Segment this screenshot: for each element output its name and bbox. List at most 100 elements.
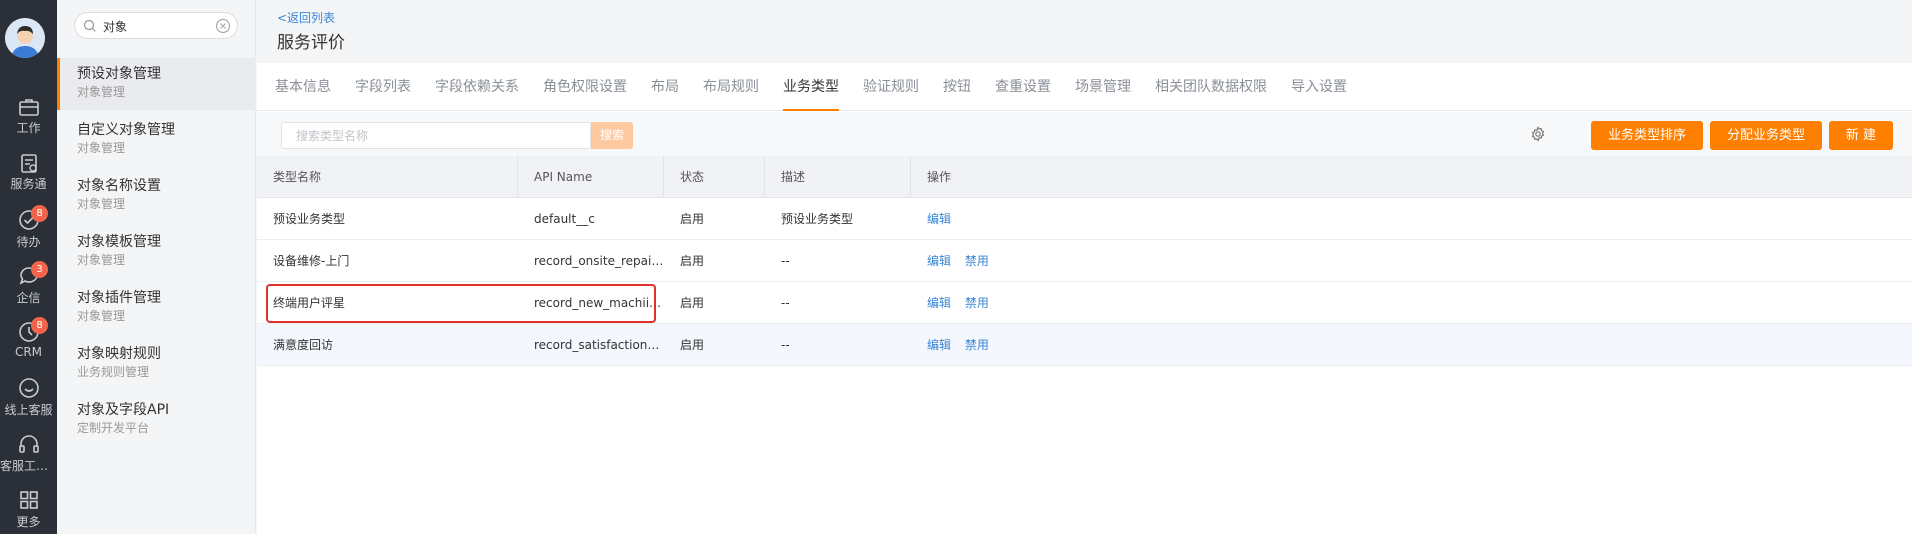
sidebar-item-title: 自定义对象管理 (77, 122, 175, 138)
nav-label: 待办 (16, 235, 41, 249)
disable-link[interactable]: 禁用 (965, 254, 989, 268)
nav-item-online-service[interactable]: 线上客服 (0, 377, 57, 429)
sidebar-item-title: 对象插件管理 (77, 290, 161, 306)
tab-role-permissions[interactable]: 角色权限设置 (543, 63, 627, 111)
settings-sidebar: 对象 预设对象管理 对象管理 自定义对象管理 对象管理 对象名称设置 对象管理 … (57, 0, 256, 534)
sidebar-item-title: 对象映射规则 (77, 346, 161, 362)
tab-bar: 基本信息 字段列表 字段依赖关系 角色权限设置 布局 布局规则 业务类型 验证规… (257, 63, 1912, 111)
avatar-icon (5, 18, 45, 58)
column-header-api-name[interactable]: API Name (518, 156, 664, 198)
edit-link[interactable]: 编辑 (927, 338, 951, 352)
nav-item-service-desk[interactable]: 客服工作台 (0, 433, 57, 485)
disable-link[interactable]: 禁用 (965, 296, 989, 310)
column-header-type-name[interactable]: 类型名称 (257, 156, 518, 198)
nav-item-todo[interactable]: 8 待办 (0, 205, 57, 261)
cell-api-name: record_onsite_repair… (534, 254, 664, 268)
nav-item-crm[interactable]: 8 CRM (0, 317, 57, 373)
tab-validation-rules[interactable]: 验证规则 (863, 63, 919, 111)
cell-actions: 编辑 (911, 198, 1111, 240)
sidebar-search-input[interactable]: 对象 (74, 12, 238, 39)
toolbar: 搜索 业务类型排序 分配业务类型 新 建 (257, 112, 1912, 156)
sidebar-search-value: 对象 (103, 20, 128, 34)
tab-layout-rules[interactable]: 布局规则 (703, 63, 759, 111)
headset-icon (18, 435, 39, 453)
avatar[interactable] (5, 18, 45, 58)
sidebar-item-subtitle: 对象管理 (77, 141, 126, 155)
table-row: 满意度回访 record_satisfaction__c 启用 -- 编辑 禁用 (257, 324, 1912, 366)
sort-business-types-button[interactable]: 业务类型排序 (1591, 121, 1703, 150)
back-to-list-link[interactable]: <返回列表 (277, 9, 335, 26)
nav-item-work[interactable]: 工作 (0, 97, 57, 149)
tab-business-types[interactable]: 业务类型 (783, 63, 839, 111)
nav-label: 更多 (16, 515, 41, 529)
tab-field-dependencies[interactable]: 字段依赖关系 (435, 63, 519, 111)
sidebar-item-object-mapping-rules[interactable]: 对象映射规则 业务规则管理 (57, 338, 256, 390)
type-search-input[interactable] (296, 123, 556, 148)
sidebar-item-object-plugins[interactable]: 对象插件管理 对象管理 (57, 282, 256, 334)
tab-layout[interactable]: 布局 (651, 63, 679, 111)
sidebar-item-title: 对象及字段API (77, 402, 170, 418)
sidebar-item-subtitle: 对象管理 (77, 85, 126, 99)
briefcase-icon (18, 99, 39, 116)
tab-duplicate-check[interactable]: 查重设置 (995, 63, 1051, 111)
sidebar-item-custom-objects[interactable]: 自定义对象管理 对象管理 (57, 114, 256, 166)
clear-icon[interactable] (215, 18, 231, 34)
nav-item-service[interactable]: 服务通 (0, 153, 57, 205)
cell-actions: 编辑 禁用 (911, 240, 1111, 282)
sidebar-item-object-templates[interactable]: 对象模板管理 对象管理 (57, 226, 256, 278)
tab-team-data-permissions[interactable]: 相关团队数据权限 (1155, 63, 1267, 111)
cell-api-name: record_satisfaction__c (534, 338, 664, 352)
disable-link[interactable]: 禁用 (965, 338, 989, 352)
tab-scene-management[interactable]: 场景管理 (1075, 63, 1131, 111)
service-clipboard-icon (20, 154, 37, 173)
edit-link[interactable]: 编辑 (927, 212, 951, 226)
column-header-description[interactable]: 描述 (765, 156, 911, 198)
tab-basic-info[interactable]: 基本信息 (275, 63, 331, 111)
cell-api-name: default__c (534, 212, 595, 226)
sidebar-item-object-name-settings[interactable]: 对象名称设置 对象管理 (57, 170, 256, 222)
cell-status: 启用 (680, 254, 705, 268)
sidebar-item-subtitle: 定制开发平台 (77, 421, 150, 435)
sidebar-item-preset-objects[interactable]: 预设对象管理 对象管理 (57, 58, 256, 110)
nav-item-more[interactable]: 更多 (0, 489, 57, 534)
main-panel: <返回列表 服务评价 基本信息 字段列表 字段依赖关系 角色权限设置 布局 布局… (257, 0, 1912, 534)
tab-field-list[interactable]: 字段列表 (355, 63, 411, 111)
cell-type-name: 预设业务类型 (273, 212, 346, 226)
type-search-box (281, 122, 591, 149)
sidebar-item-title: 预设对象管理 (77, 66, 161, 82)
messenger-badge: 3 (31, 261, 48, 278)
table-row: 预设业务类型 default__c 启用 预设业务类型 编辑 (257, 198, 1912, 240)
tab-buttons[interactable]: 按钮 (943, 63, 971, 111)
page-header: <返回列表 服务评价 (257, 0, 1912, 63)
smile-icon (18, 378, 39, 398)
cell-status: 启用 (680, 212, 705, 226)
search-button[interactable]: 搜索 (591, 122, 633, 149)
new-button[interactable]: 新 建 (1829, 121, 1893, 150)
cell-description: -- (781, 338, 790, 352)
nav-label: 服务通 (10, 177, 47, 191)
sidebar-item-subtitle: 业务规则管理 (77, 365, 150, 379)
settings-gear-icon[interactable] (1530, 126, 1546, 142)
sidebar-item-subtitle: 对象管理 (77, 253, 126, 267)
edit-link[interactable]: 编辑 (927, 254, 951, 268)
left-nav: 工作 服务通 8 待办 3 企信 8 CRM 线上客服 客服工作台 更多 (0, 0, 57, 534)
cell-api-name: record_new_machiin… (534, 296, 664, 310)
nav-label: 线上客服 (4, 403, 53, 417)
sidebar-item-subtitle: 对象管理 (77, 309, 126, 323)
cell-description: -- (781, 254, 790, 268)
todo-badge: 8 (31, 205, 48, 222)
column-header-status[interactable]: 状态 (664, 156, 765, 198)
cell-description: 预设业务类型 (781, 212, 854, 226)
tab-import-settings[interactable]: 导入设置 (1291, 63, 1347, 111)
page-title: 服务评价 (277, 33, 345, 53)
column-header-actions: 操作 (927, 170, 952, 184)
cell-status: 启用 (680, 296, 705, 310)
sidebar-item-object-field-api[interactable]: 对象及字段API 定制开发平台 (57, 394, 256, 446)
cell-type-name: 设备维修-上门 (273, 254, 350, 268)
cell-type-name: 终端用户评星 (273, 296, 346, 310)
sidebar-item-title: 对象模板管理 (77, 234, 161, 250)
assign-business-types-button[interactable]: 分配业务类型 (1710, 121, 1822, 150)
edit-link[interactable]: 编辑 (927, 296, 951, 310)
nav-label: 客服工作台 (0, 459, 57, 473)
nav-item-messenger[interactable]: 3 企信 (0, 261, 57, 317)
